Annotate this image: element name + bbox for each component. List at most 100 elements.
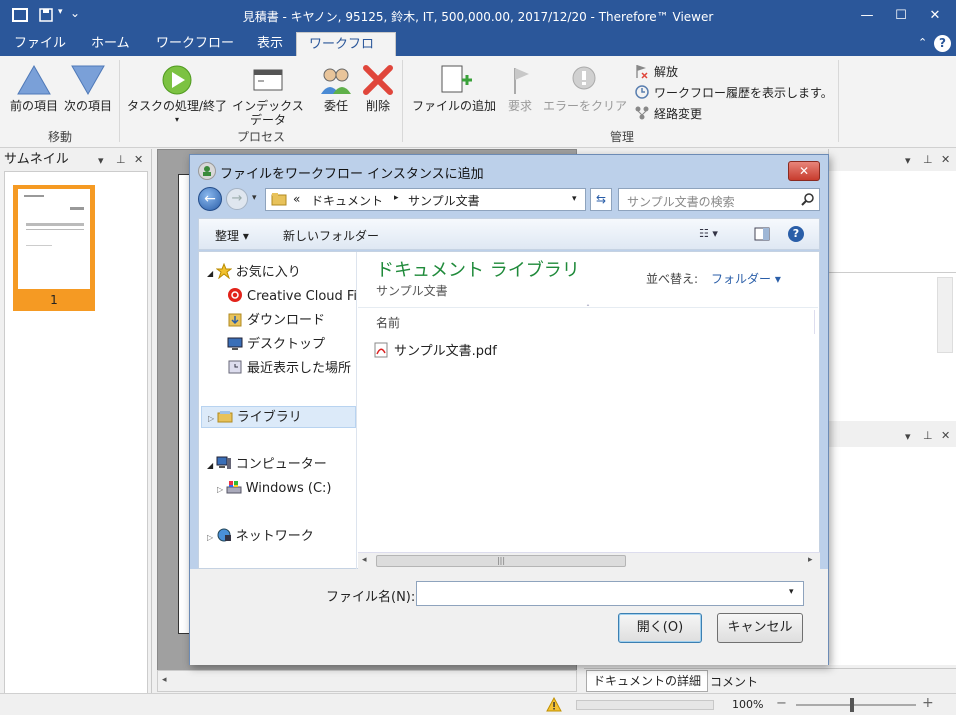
library-icon <box>217 408 233 424</box>
address-dropdown-icon[interactable]: ▾ <box>572 194 577 204</box>
search-box[interactable]: サンプル文書の検索 <box>618 188 820 211</box>
panel-menu-icon[interactable]: ▾ <box>905 154 911 167</box>
panel-close-icon[interactable]: ✕ <box>134 153 143 166</box>
search-icon[interactable] <box>801 192 815 209</box>
delete-x-icon <box>363 65 393 95</box>
nav-favorites[interactable]: ◢ お気に入り <box>207 262 301 284</box>
nav-favorites-label: お気に入り <box>235 265 301 280</box>
sort-ascending-icon: ˆ <box>586 304 590 313</box>
scrollbar-thumb[interactable]: ||| <box>376 555 626 567</box>
panel-close-icon[interactable]: ✕ <box>941 153 950 166</box>
pin-icon[interactable]: ⊥ <box>923 153 933 166</box>
process-task-button[interactable]: タスクの処理/終了 ▾ <box>124 64 230 127</box>
folder-icon <box>271 192 287 209</box>
release-flag-icon <box>634 63 650 79</box>
downloads-icon <box>227 311 243 327</box>
file-item[interactable]: サンプル文書.pdf <box>374 342 497 362</box>
nav-desktop[interactable]: デスクトップ <box>227 334 325 356</box>
add-file-button[interactable]: ファイルの追加 <box>408 64 500 113</box>
next-item-label: 次の項目 <box>63 99 112 113</box>
panel-menu-icon[interactable]: ▾ <box>905 430 911 443</box>
nav-creative-cloud[interactable]: Creative Cloud Files <box>227 286 357 308</box>
scroll-right-icon[interactable]: ▸ <box>808 555 813 565</box>
request-button[interactable]: 要求 <box>502 64 538 113</box>
forward-button[interactable]: → <box>226 188 248 210</box>
new-folder-button[interactable]: 新しいフォルダー <box>283 227 379 244</box>
address-bar[interactable]: « ドキュメント ▸ サンプル文書 ▾ <box>265 188 586 211</box>
tab-workflow[interactable]: ワークフロー <box>144 32 246 56</box>
tab-view[interactable]: 表示 <box>245 32 295 56</box>
prev-item-button[interactable]: 前の項目 <box>6 64 62 113</box>
breadcrumb-separator[interactable]: ▸ <box>394 193 399 203</box>
nav-recent-places[interactable]: 最近表示した場所 <box>227 358 351 380</box>
sort-dropdown[interactable]: フォルダー ▾ <box>711 270 781 287</box>
warning-icon <box>546 696 562 715</box>
clear-error-label: エラーをクリア <box>542 99 627 113</box>
zoom-slider-thumb[interactable] <box>850 698 854 712</box>
delete-button[interactable]: 削除 <box>358 64 398 113</box>
column-header-name[interactable]: 名前 <box>376 314 400 331</box>
zoom-in-button[interactable]: + <box>922 695 934 711</box>
scroll-left-icon[interactable]: ◂ <box>162 675 167 685</box>
cancel-button[interactable]: キャンセル <box>717 613 803 643</box>
zoom-slider[interactable] <box>796 698 916 712</box>
filename-input[interactable]: ▾ <box>416 581 804 606</box>
filename-dropdown-icon[interactable]: ▾ <box>789 587 794 597</box>
workflow-history-button[interactable]: ワークフロー履歴を表示します。 <box>634 83 833 103</box>
back-button[interactable]: ← <box>198 187 222 211</box>
tab-document-details[interactable]: ドキュメントの詳細 <box>586 670 709 692</box>
history-dropdown-icon[interactable]: ▾ <box>252 193 257 203</box>
preview-pane-icon[interactable] <box>754 227 770 244</box>
zoom-level: 100% <box>732 698 764 711</box>
request-label: 要求 <box>507 99 532 113</box>
nav-network[interactable]: ▷ ネットワーク <box>207 526 314 548</box>
thumbnail-page-1[interactable]: 1 <box>13 185 95 311</box>
dialog-close-button[interactable]: ✕ <box>788 161 820 181</box>
index-card-icon <box>253 69 283 91</box>
progress-bar <box>576 700 714 710</box>
right-lower-panel-header: ▾ ⊥ ✕ <box>829 425 956 447</box>
files-horizontal-scrollbar[interactable]: ◂ ||| ▸ <box>358 552 820 569</box>
next-item-button[interactable]: 次の項目 <box>60 64 116 113</box>
panel-close-icon[interactable]: ✕ <box>941 429 950 442</box>
help-icon[interactable]: ? <box>934 35 951 52</box>
nav-windows-c[interactable]: ▷ Windows (C:) <box>217 478 331 500</box>
clear-error-button[interactable]: エラーをクリア <box>540 64 630 113</box>
view-options-icon[interactable]: ☷ ▾ <box>699 227 718 240</box>
dialog-help-icon[interactable]: ? <box>788 226 804 242</box>
close-button[interactable]: ✕ <box>912 0 956 32</box>
refresh-button[interactable]: ⇆ <box>590 188 612 211</box>
reroute-button[interactable]: 経路変更 <box>634 104 702 124</box>
open-button[interactable]: 開く(O) <box>618 613 702 643</box>
sort-label: 並べ替え: <box>646 272 699 286</box>
pin-icon[interactable]: ⊥ <box>923 429 933 442</box>
zoom-out-button[interactable]: − <box>776 696 787 711</box>
play-circle-icon <box>162 65 192 95</box>
clear-error-icon <box>572 66 596 90</box>
scroll-left-icon[interactable]: ◂ <box>362 555 367 565</box>
right-panel-scrollbar[interactable] <box>937 277 953 353</box>
tab-file[interactable]: ファイル <box>2 32 78 56</box>
index-data-button[interactable]: インデックス データ <box>230 64 306 127</box>
library-subtitle: サンプル文書 <box>376 284 448 298</box>
nav-libraries[interactable]: ▷ ライブラリ <box>201 406 356 428</box>
breadcrumb-documents[interactable]: ドキュメント <box>311 192 383 209</box>
nav-computer[interactable]: ◢ コンピューター <box>207 454 327 476</box>
release-button[interactable]: 解放 <box>634 62 678 82</box>
delegate-button[interactable]: 委任 <box>316 64 356 113</box>
tab-workflow-active[interactable]: ワークフロー <box>296 32 396 76</box>
viewer-horizontal-scrollbar[interactable]: ◂ <box>157 670 577 692</box>
pin-icon[interactable]: ⊥ <box>116 153 126 166</box>
ribbon-tab-bar: ファイル ホーム ワークフロー 表示 ワークフロー ⌃ ? <box>0 32 956 76</box>
tab-comment[interactable]: コメント <box>710 673 758 690</box>
nav-downloads[interactable]: ダウンロード <box>227 310 325 332</box>
breadcrumb-prefix[interactable]: « <box>293 192 300 206</box>
nav-network-label: ネットワーク <box>235 529 314 544</box>
tab-home[interactable]: ホーム <box>79 32 142 56</box>
organize-button[interactable]: 整理 ▾ <box>215 227 249 244</box>
collapse-ribbon-icon[interactable]: ⌃ <box>918 36 927 49</box>
right-upper-panel-header: ▾ ⊥ ✕ <box>829 149 956 171</box>
panel-menu-icon[interactable]: ▾ <box>98 154 104 167</box>
navigation-pane: ◢ お気に入り Creative Cloud Files ダウンロード デスクト… <box>199 252 357 570</box>
breadcrumb-sample-docs[interactable]: サンプル文書 <box>408 192 480 209</box>
